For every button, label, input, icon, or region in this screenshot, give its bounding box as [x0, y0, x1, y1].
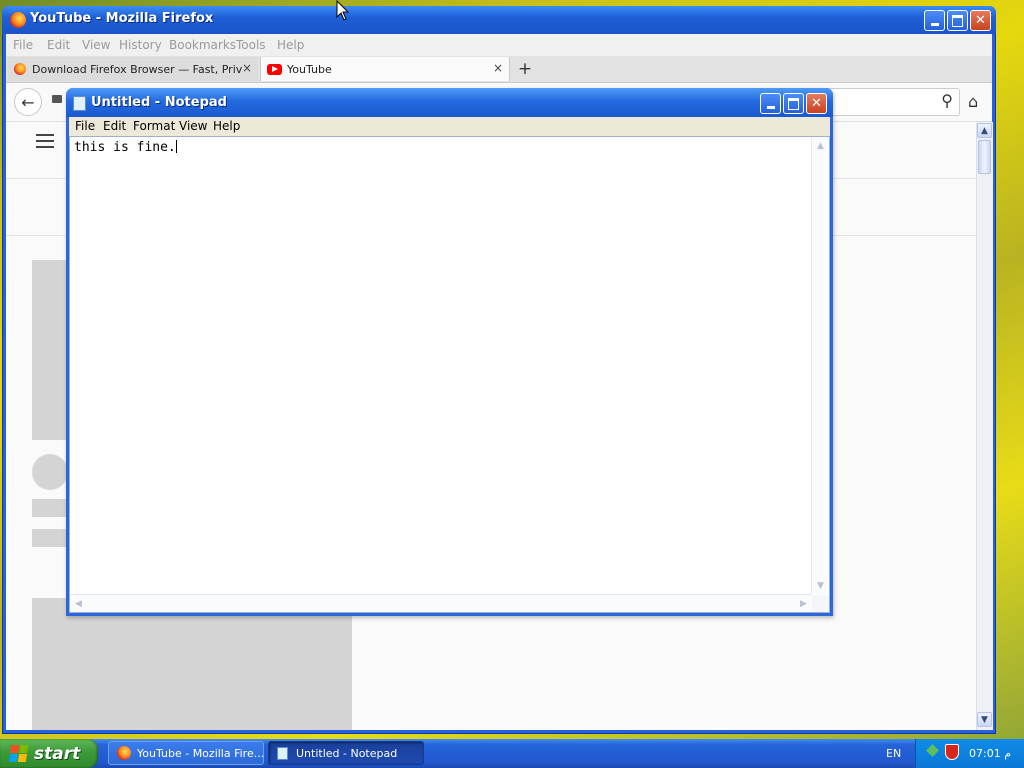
tab-youtube[interactable]: YouTube × — [260, 57, 510, 81]
video-thumbnail-placeholder — [32, 598, 352, 730]
notepad-menu-view[interactable]: View — [179, 119, 207, 133]
scroll-up-icon[interactable]: ▲ — [977, 123, 992, 138]
close-icon: ✕ — [811, 96, 822, 111]
notepad-horizontal-scrollbar[interactable]: ◀ ▶ — [70, 594, 812, 612]
security-shield-icon[interactable] — [945, 744, 959, 760]
tab-download-firefox[interactable]: Download Firefox Browser — Fast, Privat.… — [8, 57, 258, 81]
firefox-minimize-button[interactable] — [924, 10, 945, 31]
scroll-down-icon[interactable]: ▼ — [813, 578, 828, 593]
firefox-tab-strip: Download Firefox Browser — Fast, Privat.… — [6, 56, 992, 83]
hamburger-menu-icon[interactable] — [36, 134, 54, 148]
firefox-favicon-icon — [14, 63, 26, 75]
language-indicator[interactable]: EN — [886, 747, 901, 760]
notepad-menu-file[interactable]: File — [75, 119, 95, 133]
taskbar-button-firefox[interactable]: YouTube - Mozilla Fire... — [108, 741, 264, 765]
firefox-close-button[interactable]: ✕ — [970, 10, 991, 31]
notepad-menu-format[interactable]: Format — [133, 119, 175, 133]
notepad-window: Untitled - Notepad ✕ File Edit Format Vi… — [66, 88, 833, 616]
network-icon[interactable] — [926, 744, 940, 759]
firefox-maximize-button[interactable] — [947, 10, 968, 31]
start-label: start — [34, 743, 81, 764]
notepad-minimize-button[interactable] — [760, 93, 781, 114]
scroll-left-icon[interactable]: ◀ — [71, 596, 86, 611]
notepad-menu-help[interactable]: Help — [213, 119, 240, 133]
notepad-menu-bar: File Edit Format View Help — [69, 117, 830, 136]
scroll-up-icon[interactable]: ▲ — [813, 138, 828, 153]
text-cursor — [175, 140, 177, 153]
tab-label: YouTube — [287, 62, 332, 76]
tab-close-icon[interactable]: × — [242, 61, 252, 75]
notepad-text: this is fine. — [74, 140, 176, 155]
firefox-logo-icon — [117, 746, 131, 760]
taskbar-button-label: Untitled - Notepad — [296, 746, 398, 760]
menu-file[interactable]: File — [13, 38, 33, 52]
firefox-vertical-scrollbar[interactable]: ▲ ▼ — [976, 122, 993, 730]
firefox-window-title: YouTube - Mozilla Firefox — [30, 11, 214, 26]
maximize-icon — [952, 14, 963, 27]
scroll-thumb[interactable] — [978, 140, 991, 174]
scroll-down-icon[interactable]: ▼ — [977, 712, 992, 727]
search-icon[interactable]: ⚲ — [941, 91, 953, 110]
resize-grip-icon[interactable] — [812, 595, 829, 612]
menu-bookmarks[interactable]: Bookmarks — [169, 38, 236, 52]
notepad-menu-edit[interactable]: Edit — [103, 119, 126, 133]
lock-icon — [52, 95, 62, 103]
menu-history[interactable]: History — [119, 38, 162, 52]
maximize-icon — [788, 97, 799, 110]
clock[interactable]: 07:01 م — [969, 747, 1011, 760]
menu-edit[interactable]: Edit — [47, 38, 70, 52]
notepad-text-content[interactable]: this is fine. — [74, 140, 177, 155]
avatar-placeholder — [32, 454, 68, 490]
home-icon[interactable]: ⌂ — [968, 92, 978, 111]
tab-close-icon[interactable]: × — [493, 61, 503, 75]
notepad-maximize-button[interactable] — [783, 93, 804, 114]
taskbar: start YouTube - Mozilla Fire... Untitled… — [0, 739, 1024, 768]
notepad-icon — [73, 96, 86, 111]
youtube-favicon-icon — [267, 63, 282, 75]
system-tray: 07:01 م — [915, 739, 1024, 768]
firefox-logo-icon — [10, 12, 26, 28]
new-tab-button[interactable]: + — [511, 58, 539, 80]
notepad-close-button[interactable]: ✕ — [806, 93, 827, 114]
windows-logo-icon — [8, 744, 30, 763]
back-button[interactable]: ← — [14, 88, 42, 116]
menu-view[interactable]: View — [82, 38, 110, 52]
minimize-icon — [766, 106, 775, 109]
notepad-text-area[interactable]: this is fine. ▲ ▼ ◀ ▶ — [69, 136, 830, 613]
start-button[interactable]: start — [0, 739, 98, 768]
taskbar-button-notepad[interactable]: Untitled - Notepad — [268, 741, 424, 765]
menu-help[interactable]: Help — [277, 38, 304, 52]
tab-label: Download Firefox Browser — Fast, Privat.… — [32, 62, 242, 76]
scroll-right-icon[interactable]: ▶ — [796, 596, 811, 611]
taskbar-button-label: YouTube - Mozilla Fire... — [137, 746, 264, 760]
notepad-icon — [277, 746, 288, 760]
firefox-title-bar[interactable]: YouTube - Mozilla Firefox ✕ — [2, 6, 996, 34]
back-arrow-icon: ← — [21, 92, 35, 112]
notepad-vertical-scrollbar[interactable]: ▲ ▼ — [811, 137, 829, 594]
minimize-icon — [930, 23, 939, 26]
firefox-menu-bar: File Edit View History Bookmarks Tools H… — [6, 34, 992, 56]
notepad-title-bar[interactable]: Untitled - Notepad ✕ — [66, 88, 833, 117]
menu-tools[interactable]: Tools — [236, 38, 266, 52]
notepad-window-title: Untitled - Notepad — [91, 95, 227, 110]
close-icon: ✕ — [975, 13, 986, 28]
